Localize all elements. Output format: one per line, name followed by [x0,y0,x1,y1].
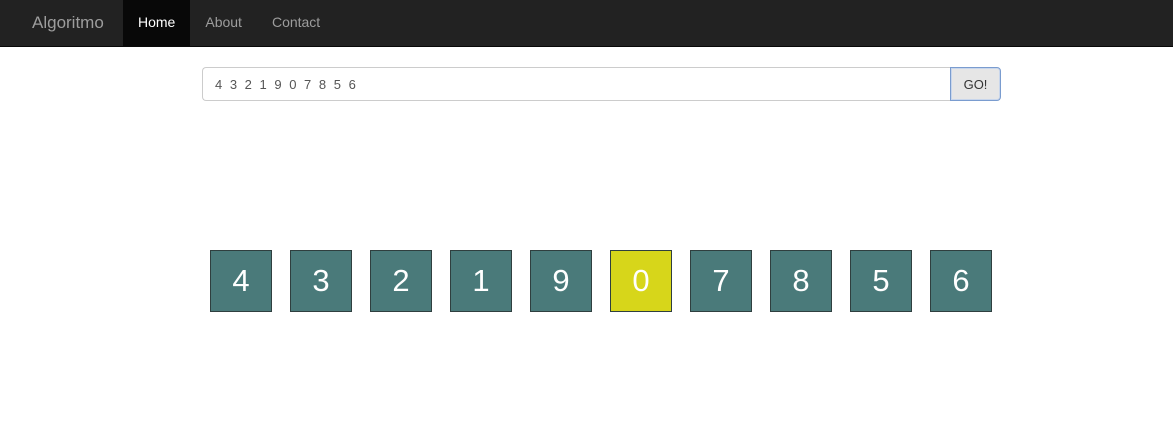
nav-item-home[interactable]: Home [123,0,191,47]
number-box: 2 [370,250,432,312]
numbers-input[interactable] [202,67,950,101]
nav-item-contact[interactable]: Contact [257,0,335,47]
nav-item-about[interactable]: About [190,0,257,47]
number-box: 8 [770,250,832,312]
number-box: 6 [930,250,992,312]
nav-menu: Home About Contact [123,0,335,47]
input-group: GO! [202,67,1001,101]
number-box: 3 [290,250,352,312]
number-boxes: 4 3 2 1 9 0 7 8 5 6 [210,250,992,312]
number-box-highlighted: 0 [610,250,672,312]
navbar: Algoritmo Home About Contact [0,0,1173,47]
brand-link[interactable]: Algoritmo [32,0,104,47]
number-box: 1 [450,250,512,312]
go-button[interactable]: GO! [950,67,1001,101]
number-box: 7 [690,250,752,312]
number-box: 9 [530,250,592,312]
number-box: 4 [210,250,272,312]
number-box: 5 [850,250,912,312]
